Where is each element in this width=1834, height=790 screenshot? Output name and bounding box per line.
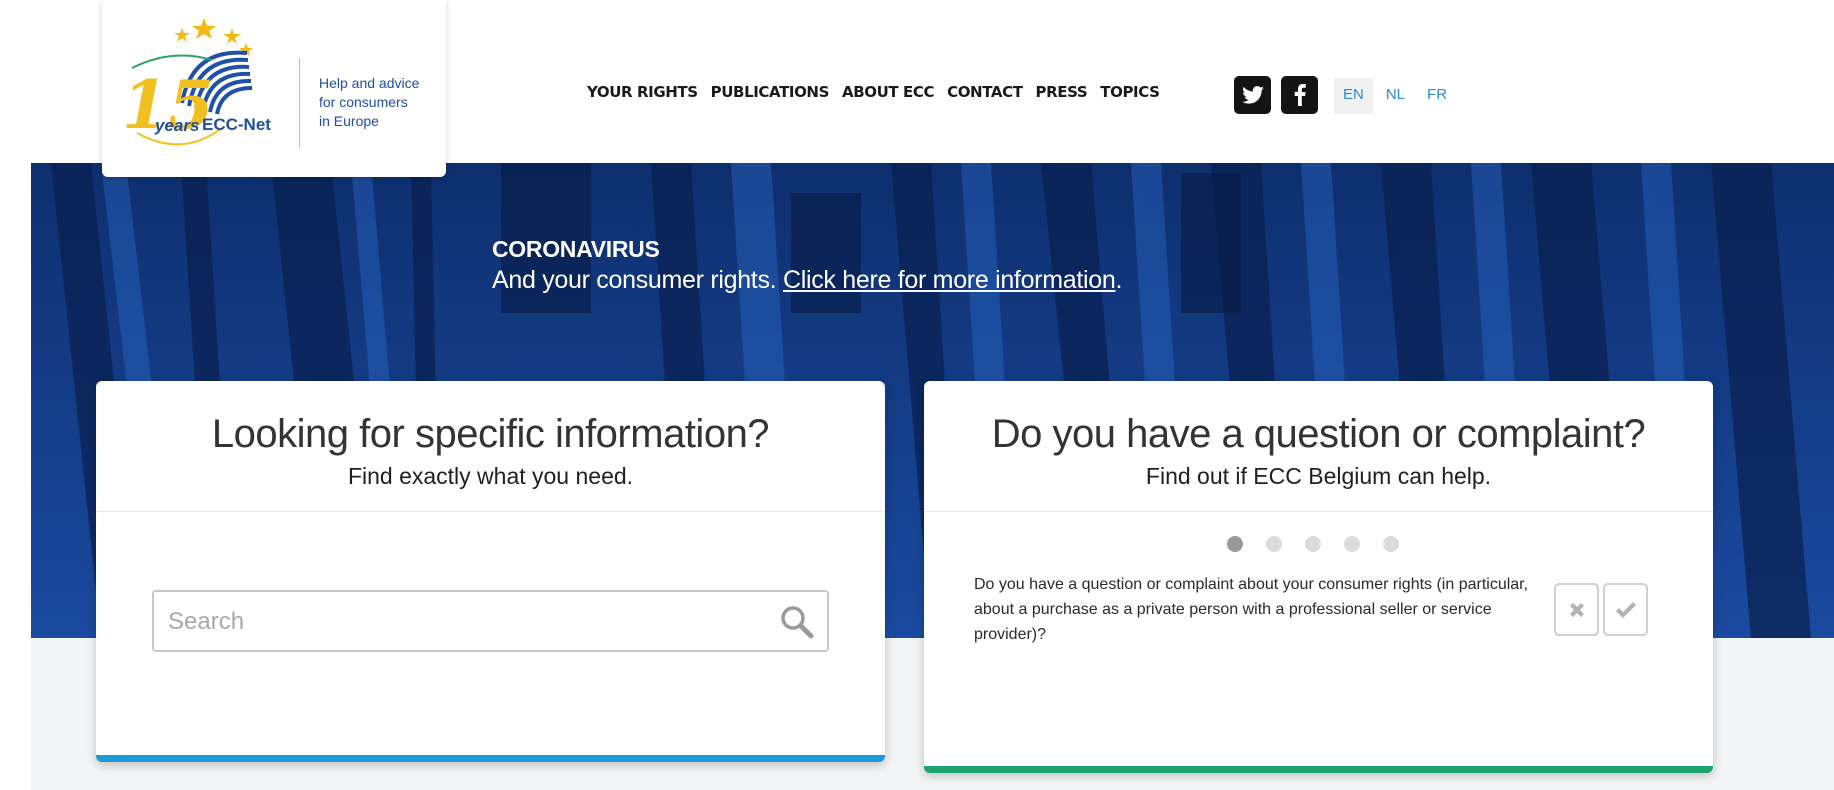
step-dot [1266, 536, 1282, 552]
step-dot [1383, 536, 1399, 552]
notice-title: CORONAVIRUS [492, 236, 660, 262]
logo-tagline: Help and advice for consumers in Europe [319, 74, 444, 131]
ecc-net-15-years-logo: 15 years ECC-Net [122, 18, 271, 146]
check-icon [1615, 601, 1636, 618]
nav-item-about-ecc[interactable]: ABOUT ECC [842, 83, 934, 101]
lang-nl[interactable]: NL [1377, 78, 1414, 114]
notice-text-after: . [1115, 266, 1123, 294]
no-button[interactable] [1554, 583, 1599, 636]
question-card: Do you have a question or complaint? Fin… [924, 381, 1713, 773]
search-card-subtitle: Find exactly what you need. [347, 463, 634, 489]
notice-text: And your consumer rights. Click here for… [492, 264, 1122, 296]
cross-icon [1569, 602, 1584, 617]
nav-item-publications[interactable]: PUBLICATIONS [711, 83, 830, 101]
search-card: Looking for specific information? Find e… [96, 381, 885, 762]
step-dot [1227, 536, 1243, 552]
social-links [1234, 76, 1318, 114]
logo-tagline-line: Help and advice [319, 75, 420, 91]
search-input[interactable] [168, 606, 748, 638]
search-card-header: Looking for specific information? Find e… [96, 381, 885, 512]
logo-tagline-line: in Europe [319, 113, 379, 129]
question-card-subtitle: Find out if ECC Belgium can help. [1145, 463, 1492, 489]
search-box [152, 590, 829, 652]
page: 15 years ECC-Net Help and advice for con… [0, 0, 1834, 790]
nav-item-contact[interactable]: CONTACT [947, 83, 1023, 101]
answer-buttons [1554, 583, 1648, 636]
logo-years-text: years [154, 116, 199, 135]
nav-item-your-rights[interactable]: YOUR RIGHTS [587, 83, 698, 101]
logo-network-text: ECC-Net [202, 115, 271, 134]
question-card-header: Do you have a question or complaint? Fin… [924, 381, 1713, 512]
question-text: Do you have a question or complaint abou… [974, 576, 1529, 643]
notice-more-info-link[interactable]: Click here for more information [783, 266, 1116, 294]
lang-en[interactable]: EN [1334, 78, 1373, 114]
yes-button[interactable] [1603, 583, 1648, 636]
step-dot [1344, 536, 1360, 552]
notice-text-before: And your consumer rights. [492, 266, 783, 294]
facebook-button[interactable] [1281, 76, 1318, 114]
facebook-icon [1294, 84, 1306, 106]
twitter-icon [1241, 86, 1264, 104]
question-card-title: Do you have a question or complaint? [991, 412, 1646, 456]
lang-fr[interactable]: FR [1418, 78, 1456, 114]
step-indicator [1227, 536, 1399, 552]
logo-divider [299, 58, 300, 148]
nav-item-press[interactable]: PRESS [1036, 83, 1088, 101]
search-card-title: Looking for specific information? [211, 412, 770, 456]
coronavirus-notice: CORONAVIRUS And your consumer rights. Cl… [492, 234, 1122, 296]
logo[interactable]: 15 years ECC-Net Help and advice for con… [102, 0, 446, 177]
logo-tagline-line: for consumers [319, 94, 408, 110]
language-switcher: EN NL FR [1334, 78, 1456, 114]
nav-item-topics[interactable]: TOPICS [1100, 83, 1160, 101]
search-icon[interactable] [779, 604, 815, 640]
step-dot [1305, 536, 1321, 552]
main-nav: YOUR RIGHTS PUBLICATIONS ABOUT ECC CONTA… [587, 83, 1160, 101]
twitter-button[interactable] [1234, 76, 1271, 114]
